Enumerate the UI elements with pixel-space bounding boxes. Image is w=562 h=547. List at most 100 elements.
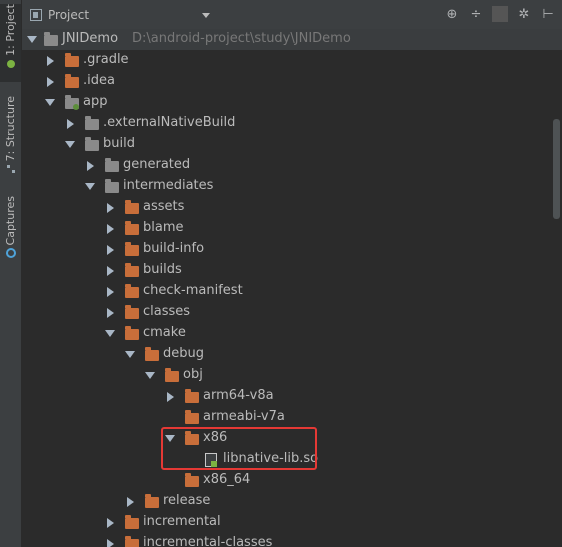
collapse-icon[interactable]: ÷ <box>468 7 484 22</box>
tree-item-label: .gradle <box>83 52 129 67</box>
folder-icon <box>125 515 139 529</box>
folder-icon <box>185 410 199 424</box>
expand-arrow-icon[interactable] <box>105 330 115 337</box>
tree-row-gradle[interactable]: .gradle <box>22 50 562 71</box>
tree-item-label: armeabi-v7a <box>203 409 285 424</box>
expand-arrow-icon[interactable] <box>47 56 54 66</box>
folder-icon <box>125 536 139 547</box>
module-folder-icon <box>65 95 79 110</box>
folder-icon <box>125 200 139 214</box>
expand-arrow-icon[interactable] <box>27 36 37 43</box>
tree-row-incremental[interactable]: incremental <box>22 512 562 533</box>
tree-item-label: .externalNativeBuild <box>103 115 236 130</box>
tree-item-label: incremental-classes <box>143 535 273 547</box>
view-selector[interactable]: Project <box>30 8 89 22</box>
tree-row-externalnativebuild[interactable]: .externalNativeBuild <box>22 113 562 134</box>
vertical-scrollbar[interactable] <box>553 119 560 219</box>
tree-row-armeabi-v7a[interactable]: armeabi-v7a <box>22 407 562 428</box>
hide-icon[interactable]: ⊢ <box>540 7 556 22</box>
annotation-highlight-box <box>161 427 317 470</box>
tree-row-intermediates[interactable]: intermediates <box>22 176 562 197</box>
tab-captures[interactable]: Captures <box>0 196 21 266</box>
header-toolbar: ⊕ ÷ ✲ ⊢ <box>444 6 556 22</box>
tree-root-text: JNIDemo D:\android-project\study\JNIDemo <box>62 31 351 46</box>
expand-arrow-icon[interactable] <box>107 287 114 297</box>
tree-row-blame[interactable]: blame <box>22 218 562 239</box>
expand-arrow-icon[interactable] <box>85 183 95 190</box>
tree-row-x86-64[interactable]: x86_64 <box>22 470 562 491</box>
tree-item-label: app <box>83 94 108 109</box>
tree-row-build-info[interactable]: build-info <box>22 239 562 260</box>
tab-captures-label: Captures <box>4 196 17 246</box>
tree-row-arm64-v8a[interactable]: arm64-v8a <box>22 386 562 407</box>
tree-item-label: obj <box>183 367 203 382</box>
tree-item-label: release <box>163 493 211 508</box>
folder-icon <box>105 158 119 172</box>
tree-item-label: builds <box>143 262 182 277</box>
tree-root-path: D:\android-project\study\JNIDemo <box>132 31 351 46</box>
expand-arrow-icon[interactable] <box>47 77 54 87</box>
tree-item-label: incremental <box>143 514 221 529</box>
tree-root-label: JNIDemo <box>62 31 119 46</box>
tab-structure-label: 7: Structure <box>4 96 17 162</box>
tree-item-label: check-manifest <box>143 283 243 298</box>
structure-icon <box>6 165 15 174</box>
toolbar-divider <box>492 6 508 22</box>
tree-item-label: .idea <box>83 73 115 88</box>
folder-icon <box>125 242 139 256</box>
expand-arrow-icon[interactable] <box>107 203 114 213</box>
expand-arrow-icon[interactable] <box>107 518 114 528</box>
folder-icon <box>185 389 199 403</box>
captures-icon <box>5 248 16 259</box>
android-icon <box>6 59 15 68</box>
tab-structure[interactable]: 7: Structure <box>0 96 21 180</box>
folder-icon <box>145 347 159 361</box>
module-folder-icon <box>44 32 58 46</box>
folder-icon <box>125 305 139 319</box>
tree-row-check-manifest[interactable]: check-manifest <box>22 281 562 302</box>
expand-arrow-icon[interactable] <box>145 372 155 379</box>
tree-row-cmake[interactable]: cmake <box>22 323 562 344</box>
expand-arrow-icon[interactable] <box>87 161 94 171</box>
tree-row-generated[interactable]: generated <box>22 155 562 176</box>
folder-icon <box>85 116 99 130</box>
expand-arrow-icon[interactable] <box>127 497 134 507</box>
tree-item-label: blame <box>143 220 184 235</box>
tree-row-builds[interactable]: builds <box>22 260 562 281</box>
expand-arrow-icon[interactable] <box>67 119 74 129</box>
settings-icon[interactable]: ✲ <box>516 7 532 22</box>
project-view-icon <box>30 9 42 21</box>
tree-item-label: build-info <box>143 241 205 256</box>
tree-row-classes[interactable]: classes <box>22 302 562 323</box>
panel-title: Project <box>48 8 90 22</box>
tab-project-label: 1: Project <box>4 4 17 56</box>
expand-arrow-icon[interactable] <box>45 99 55 106</box>
expand-arrow-icon[interactable] <box>167 392 174 402</box>
tree-item-label: assets <box>143 199 185 214</box>
locate-icon[interactable]: ⊕ <box>444 7 460 22</box>
tree-item-label: classes <box>143 304 191 319</box>
tree-row-release[interactable]: release <box>22 491 562 512</box>
tree-row-idea[interactable]: .idea <box>22 71 562 92</box>
tree-row-app[interactable]: app <box>22 92 562 113</box>
expand-arrow-icon[interactable] <box>107 266 114 276</box>
chevron-down-icon[interactable] <box>202 13 210 18</box>
expand-arrow-icon[interactable] <box>107 245 114 255</box>
expand-arrow-icon[interactable] <box>125 351 135 358</box>
tree-row-build[interactable]: build <box>22 134 562 155</box>
expand-arrow-icon[interactable] <box>107 539 114 547</box>
tree-row-jnidemo[interactable]: JNIDemo D:\android-project\study\JNIDemo <box>22 29 562 50</box>
tree-row-assets[interactable]: assets <box>22 197 562 218</box>
tree-item-label: intermediates <box>123 178 214 193</box>
folder-icon <box>145 494 159 508</box>
tab-project[interactable]: 1: Project <box>0 4 21 82</box>
folder-icon <box>125 221 139 235</box>
tree-row-debug[interactable]: debug <box>22 344 562 365</box>
folder-icon <box>125 284 139 298</box>
tree-row-incremental-classes[interactable]: incremental-classes <box>22 533 562 547</box>
expand-arrow-icon[interactable] <box>107 308 114 318</box>
tool-window-strip: 1: Project 7: Structure Captures <box>0 0 22 547</box>
tree-row-obj[interactable]: obj <box>22 365 562 386</box>
expand-arrow-icon[interactable] <box>107 224 114 234</box>
expand-arrow-icon[interactable] <box>65 141 75 148</box>
